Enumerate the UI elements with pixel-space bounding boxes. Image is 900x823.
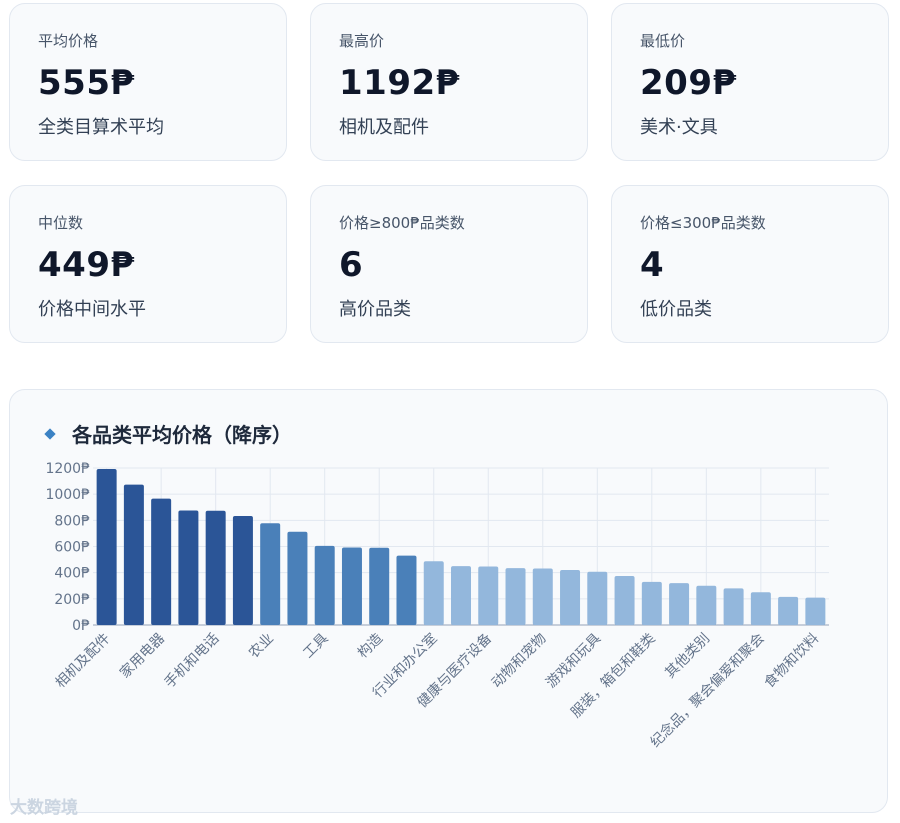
bar — [560, 570, 581, 625]
bar — [451, 566, 471, 625]
bar — [396, 555, 417, 625]
bar — [505, 568, 526, 625]
bar — [369, 547, 390, 625]
x-tick-label: 家用电器 — [116, 630, 168, 682]
x-tick-label: 纪念品，聚会偏爱和聚会 — [647, 630, 768, 751]
bar — [260, 523, 281, 625]
bar — [178, 510, 199, 625]
bar — [750, 592, 771, 625]
bar — [123, 484, 144, 625]
bar — [287, 531, 308, 625]
y-tick-label: 0₱ — [72, 618, 90, 634]
bar — [151, 498, 172, 625]
bar — [314, 545, 335, 625]
bar — [232, 516, 253, 625]
y-tick-label: 1000₱ — [45, 487, 90, 503]
x-tick-label: 食物和饮料 — [761, 630, 823, 692]
x-tick-label: 农业 — [246, 631, 277, 662]
x-tick-label: 手机和电话 — [162, 631, 223, 692]
bar — [341, 547, 362, 625]
bar-chart: 0₱ 200₱ 400₱ 600₱ 800₱ 1000₱ 1200₱ 相机及配件 家用电器手机和… — [45, 461, 829, 751]
x-tick-label: 工具 — [300, 631, 331, 662]
bar — [805, 597, 826, 625]
bar — [614, 575, 635, 625]
watermark: 大数跨境 — [10, 798, 78, 818]
bar — [423, 561, 444, 625]
y-tick-label: 200₱ — [54, 592, 90, 608]
y-tick-label: 600₱ — [54, 540, 90, 556]
bar — [532, 568, 553, 625]
x-tick-label: 构造 — [355, 631, 386, 662]
y-tick-label: 400₱ — [54, 566, 90, 582]
x-tick-label: 其他类别 — [662, 631, 713, 682]
bar — [723, 588, 744, 625]
x-tick-label: 相机及配件 — [53, 631, 114, 692]
y-tick-label: 1200₱ — [45, 461, 90, 477]
bar — [587, 571, 608, 625]
bar — [641, 581, 662, 625]
bar — [778, 596, 799, 625]
bar — [669, 583, 690, 625]
bar — [205, 510, 226, 625]
bar — [96, 469, 117, 625]
y-tick-label: 800₱ — [54, 513, 90, 529]
bar — [696, 585, 717, 625]
x-tick-label: 动物和宠物 — [489, 631, 550, 692]
bar — [478, 566, 499, 625]
